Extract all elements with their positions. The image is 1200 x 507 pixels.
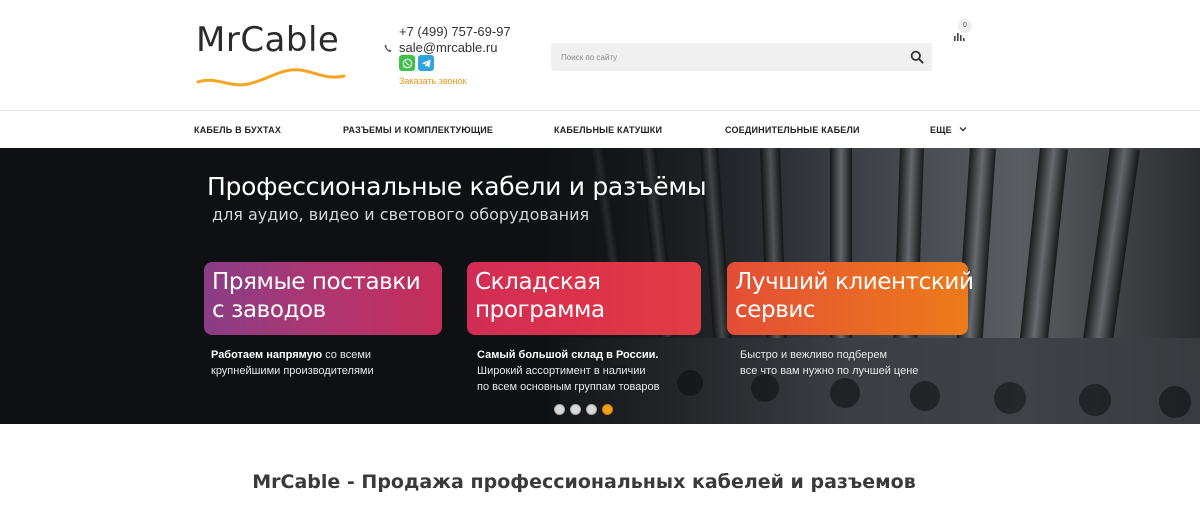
nav-item-more[interactable]: ЕЩЕ [930, 125, 952, 135]
feature-card-service: Лучший клиентский сервис [727, 262, 974, 335]
search-icon[interactable] [910, 50, 924, 64]
slider-dots [554, 404, 613, 415]
main-nav: КАБЕЛЬ В БУХТАХ РАЗЪЕМЫ И КОМПЛЕКТУЮЩИЕ … [0, 111, 1200, 148]
card-title-line: с заводов [212, 297, 326, 323]
slider-dot[interactable] [554, 404, 565, 415]
search-input[interactable] [551, 43, 891, 71]
banner-subtitle: для аудио, видео и светового оборудовани… [212, 205, 590, 224]
email-link[interactable]: sale@mrcable.ru [399, 40, 497, 55]
phone-link[interactable]: +7 (499) 757-69-97 [399, 24, 511, 39]
description-text: по всем основным группам товаров [477, 381, 660, 393]
logo[interactable]: MrCable [196, 18, 346, 92]
description-text: Быстро и вежливо подберем [740, 349, 888, 361]
card-title-line: сервис [735, 297, 816, 323]
page-heading: MrCable - Продажа профессиональных кабел… [252, 471, 916, 493]
slider-dot[interactable] [586, 404, 597, 415]
card-title-line: Прямые поставки [212, 269, 421, 295]
feature-description: Быстро и вежливо подберем все что вам ну… [740, 347, 918, 379]
hero-banner: Профессиональные кабели и разъёмы для ау… [0, 148, 1200, 424]
nav-item-connecting-cables[interactable]: СОЕДИНИТЕЛЬНЫЕ КАБЕЛИ [725, 125, 860, 135]
card-title-line: Лучший клиентский [735, 269, 974, 295]
banner-title: Профессиональные кабели и разъёмы [207, 172, 707, 201]
nav-item-cable-reels[interactable]: КАБЕЛЬНЫЕ КАТУШКИ [554, 125, 662, 135]
cart-count-badge: 0 [958, 19, 972, 33]
description-text: со всеми [322, 349, 372, 361]
feature-card-warehouse: Складская программа [467, 262, 701, 335]
slider-dot-active[interactable] [602, 404, 613, 415]
description-text: крупнейшими производителями [211, 365, 374, 377]
nav-item-connectors[interactable]: РАЗЪЕМЫ И КОМПЛЕКТУЮЩИЕ [343, 125, 493, 135]
phone-icon [384, 44, 392, 52]
description-bold: Работаем напрямую [211, 349, 323, 361]
feature-description: Самый большой склад в России. Широкий ас… [477, 347, 659, 395]
feature-card-direct-supply: Прямые поставки с заводов [204, 262, 442, 335]
messengers [399, 55, 434, 71]
description-bold: Самый большой склад в России. [477, 349, 659, 361]
description-text: все что вам нужно по лучшей цене [740, 365, 919, 377]
cart-button[interactable]: 0 [953, 19, 977, 46]
card-title-line: Складская [475, 269, 601, 295]
logo-wave-icon [196, 68, 346, 87]
search-bar [551, 43, 932, 71]
site-header: MrCable +7 (499) 757-69-97 sale@mrcable.… [0, 0, 1200, 111]
chevron-down-icon[interactable] [959, 125, 967, 133]
callback-link[interactable]: Заказать звонок [399, 76, 466, 86]
whatsapp-icon[interactable] [399, 55, 415, 71]
card-title-line: программа [475, 297, 605, 323]
telegram-icon[interactable] [418, 55, 434, 71]
nav-item-cable-in-coils[interactable]: КАБЕЛЬ В БУХТАХ [194, 125, 281, 135]
logo-text: MrCable [196, 20, 340, 60]
slider-dot[interactable] [570, 404, 581, 415]
feature-description: Работаем напрямую со всеми крупнейшими п… [211, 347, 374, 379]
description-text: Широкий ассортимент в наличии [477, 365, 646, 377]
